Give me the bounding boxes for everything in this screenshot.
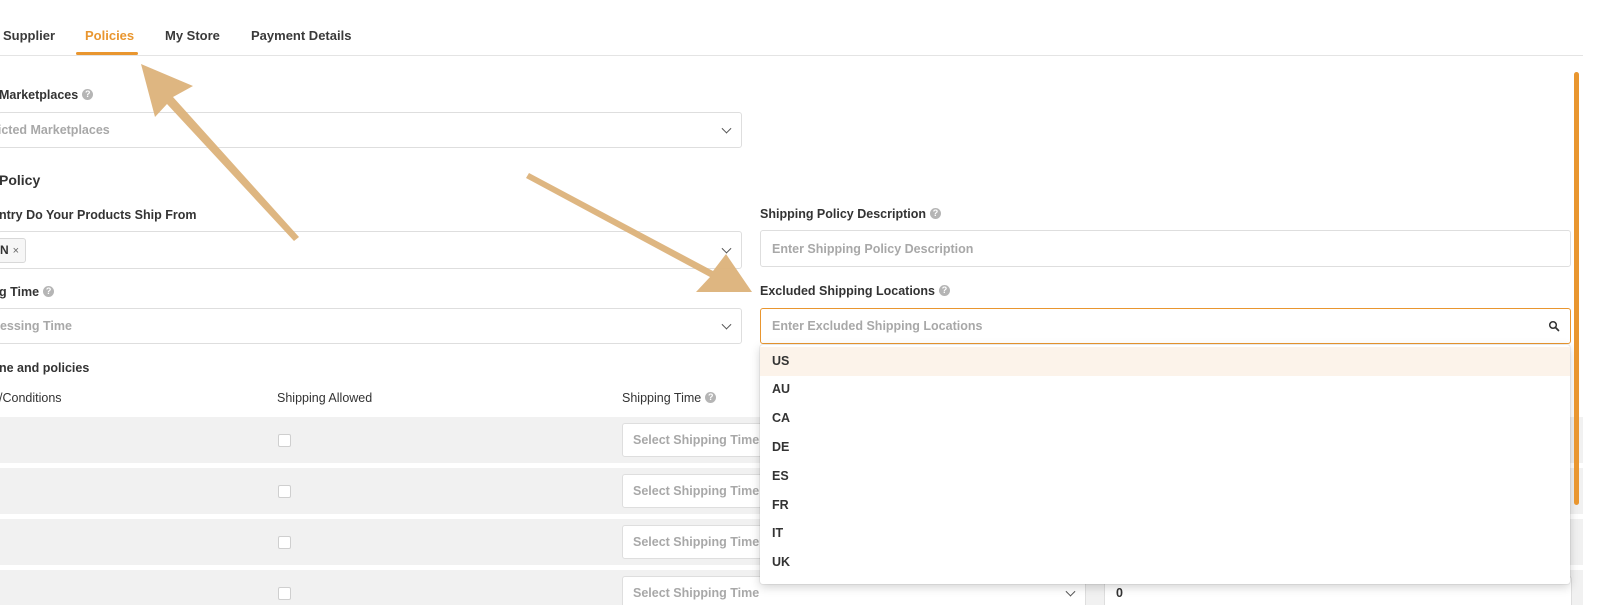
processing-time-placeholder: cessing Time	[0, 319, 72, 333]
tab-bar: Supplier Policies My Store Payment Detai…	[0, 0, 1583, 56]
restricted-marketplaces-placeholder: ricted Marketplaces	[0, 123, 110, 137]
processing-time-label-text: g Time	[0, 285, 40, 299]
shipping-policy-description-placeholder: Enter Shipping Policy Description	[772, 241, 974, 256]
shipping-allowed-checkbox[interactable]	[278, 485, 291, 498]
country-chip-label: N	[0, 243, 9, 257]
excluded-shipping-locations-input[interactable]: Enter Excluded Shipping Locations	[760, 308, 1571, 344]
time-and-policies-title: ne and policies	[0, 361, 90, 375]
excluded-shipping-locations-placeholder: Enter Excluded Shipping Locations	[772, 319, 983, 333]
tab-payment-details[interactable]: Payment Details	[251, 28, 351, 43]
row-value: 0	[1116, 586, 1123, 600]
shipping-time-placeholder: Select Shipping Time	[633, 433, 760, 447]
excluded-locations-dropdown: US AU CA DE ES FR IT UK	[760, 345, 1570, 584]
country-chip: N ×	[0, 238, 27, 263]
column-header-shipping-allowed: Shipping Allowed	[277, 391, 373, 405]
shipping-policy-description-label-text: Shipping Policy Description	[760, 207, 926, 221]
ship-from-label: ntry Do Your Products Ship From	[0, 208, 197, 222]
dropdown-option-it[interactable]: IT	[760, 519, 1570, 548]
processing-time-select[interactable]: cessing Time	[0, 308, 742, 344]
processing-time-label: g Time?	[0, 285, 55, 299]
search-icon	[1548, 320, 1560, 332]
shipping-allowed-checkbox[interactable]	[278, 434, 291, 447]
chevron-down-icon	[721, 319, 732, 330]
help-icon[interactable]: ?	[930, 208, 941, 220]
dropdown-option-us[interactable]: US	[760, 347, 1570, 376]
shipping-allowed-checkbox[interactable]	[278, 587, 291, 600]
shipping-policy-title: Policy	[0, 172, 41, 188]
help-icon[interactable]: ?	[705, 392, 717, 404]
dropdown-option-es[interactable]: ES	[760, 462, 1570, 491]
ship-from-select[interactable]: N ×	[0, 231, 742, 269]
column-header-shipping-time: Shipping Time?	[622, 391, 717, 405]
column-header-conditions: /Conditions	[0, 391, 62, 405]
chevron-down-icon	[721, 243, 732, 254]
tab-policies[interactable]: Policies	[85, 28, 134, 43]
dropdown-option-au[interactable]: AU	[760, 375, 1570, 404]
shipping-allowed-checkbox[interactable]	[278, 536, 291, 549]
excluded-shipping-locations-label: Excluded Shipping Locations?	[760, 284, 951, 298]
active-tab-indicator	[76, 52, 138, 55]
dropdown-option-fr[interactable]: FR	[760, 491, 1570, 520]
column-header-shipping-time-text: Shipping Time	[622, 391, 702, 405]
dropdown-option-uk[interactable]: UK	[760, 548, 1570, 577]
chevron-down-icon	[1065, 586, 1076, 597]
shipping-time-placeholder: Select Shipping Time	[633, 535, 760, 549]
dropdown-option-de[interactable]: DE	[760, 433, 1570, 462]
chip-remove-icon[interactable]: ×	[13, 245, 19, 257]
scrollbar-thumb[interactable]	[1574, 72, 1579, 505]
restricted-marketplaces-select[interactable]: ricted Marketplaces	[0, 112, 742, 148]
chevron-down-icon	[721, 123, 732, 134]
help-icon[interactable]: ?	[43, 286, 55, 298]
help-icon[interactable]: ?	[939, 285, 951, 297]
shipping-policy-description-label: Shipping Policy Description?	[760, 207, 941, 221]
restricted-marketplaces-label-text: Marketplaces	[0, 88, 79, 102]
restricted-marketplaces-label: Marketplaces?	[0, 88, 94, 102]
help-icon[interactable]: ?	[82, 89, 94, 101]
shipping-time-placeholder: Select Shipping Time	[633, 586, 760, 600]
tab-my-store[interactable]: My Store	[165, 28, 220, 43]
shipping-time-placeholder: Select Shipping Time	[633, 484, 760, 498]
tab-supplier[interactable]: Supplier	[3, 28, 55, 43]
dropdown-option-ca[interactable]: CA	[760, 404, 1570, 433]
shipping-policy-description-input[interactable]: Enter Shipping Policy Description	[760, 230, 1571, 267]
excluded-shipping-locations-label-text: Excluded Shipping Locations	[760, 284, 936, 298]
